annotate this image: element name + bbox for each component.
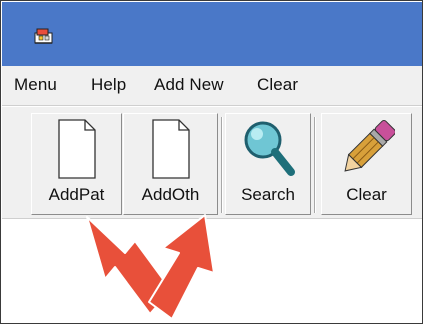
title-bar [2,2,422,66]
addpat-button[interactable]: AddPat [31,113,122,215]
document-icon [57,119,96,179]
menu-item-clear[interactable]: Clear [257,75,298,95]
app-window: Menu Help Add New Clear AddPat AddOth Se… [0,0,423,324]
magnifier-icon [244,121,295,176]
menu-item-help[interactable]: Help [91,75,126,95]
eraser-icon [343,120,395,172]
addpat-label: AddPat [48,185,105,204]
app-icon[interactable] [34,27,54,45]
document-icon [151,119,190,179]
menu-item-menu[interactable]: Menu [14,75,57,95]
toolbar-separator [314,117,316,213]
addoth-button[interactable]: AddOth [123,113,218,215]
content-area [2,220,422,323]
search-label: Search [241,185,295,204]
toolbar: AddPat AddOth Search Clear [2,107,422,219]
addoth-label: AddOth [141,185,200,204]
clear-label: Clear [346,185,387,204]
search-button[interactable]: Search [225,113,311,215]
clear-button[interactable]: Clear [321,113,412,215]
menu-bar: Menu Help Add New Clear [2,66,422,106]
menu-item-add-new[interactable]: Add New [154,75,224,95]
toolbar-separator [221,117,223,213]
